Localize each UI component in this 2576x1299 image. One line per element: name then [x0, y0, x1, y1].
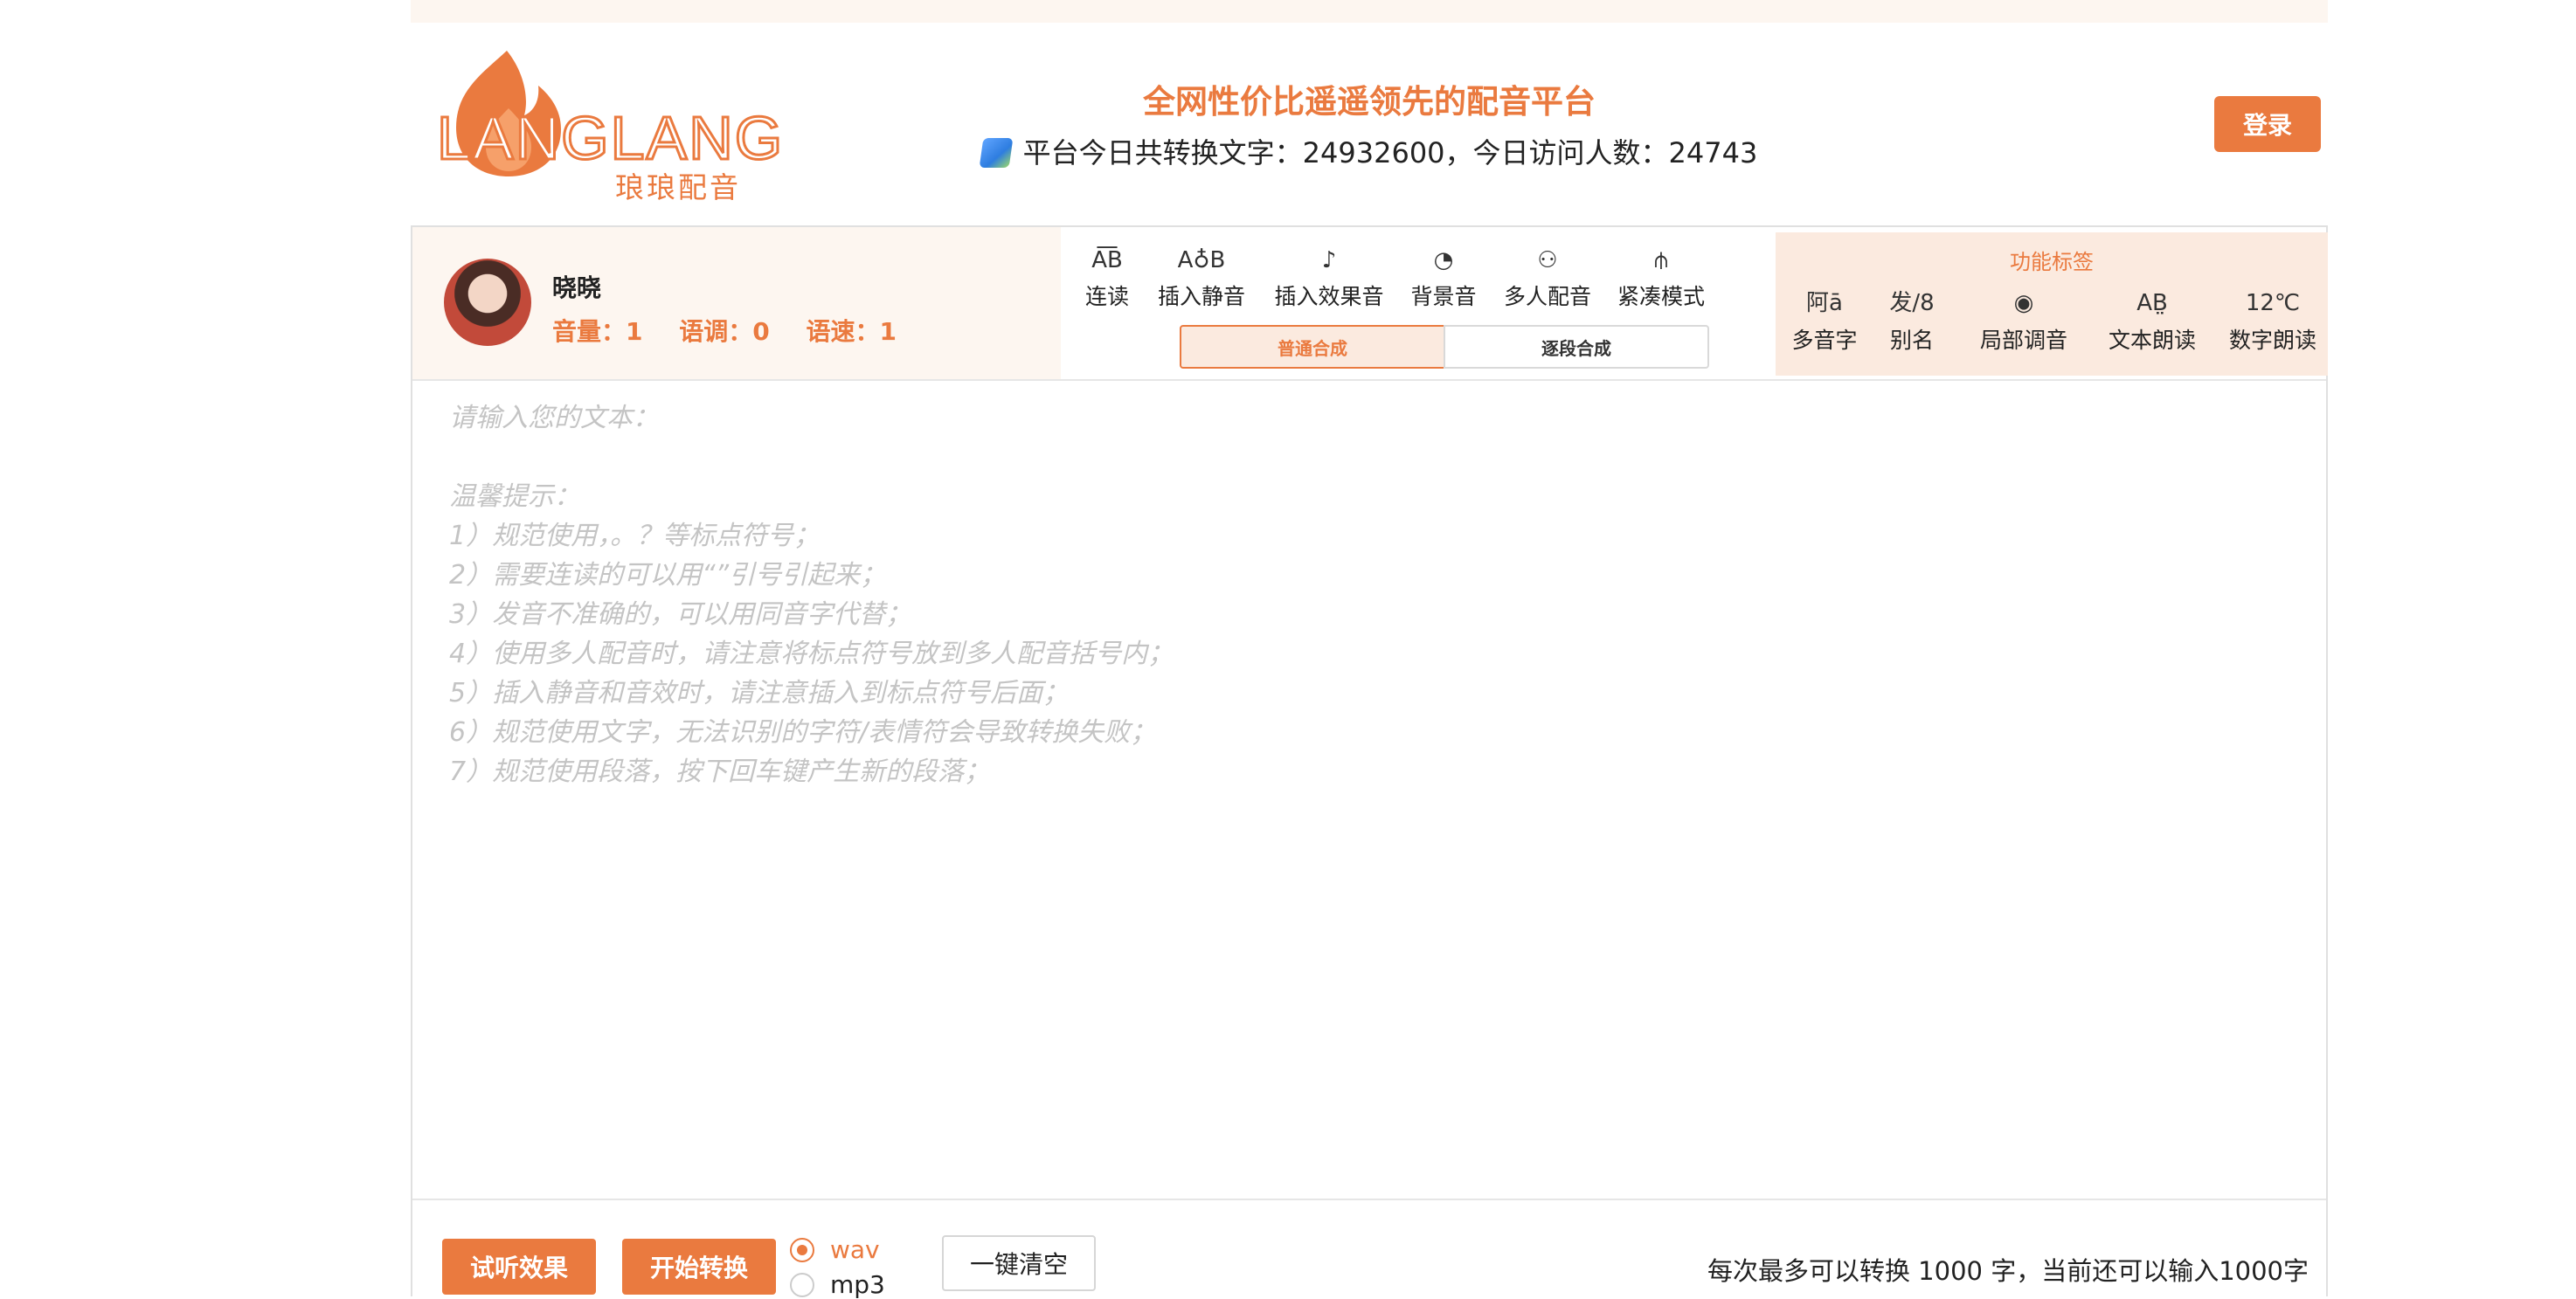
feature-label: 别名: [1889, 328, 1934, 353]
liaison-icon: A͞B: [1091, 247, 1123, 273]
text-editor: [412, 381, 2326, 1200]
login-button[interactable]: 登录: [2214, 96, 2321, 152]
avatar[interactable]: [444, 259, 531, 346]
feature-label: 多音字: [1791, 328, 1858, 353]
logo[interactable]: LANGLANG 琅琅配音: [421, 47, 788, 204]
tool-buttons: A͞B 连读 A♁B 插入静音 ♪ 插入效果音 ◔ 背景音 ⚇ 多人配音 ⫛ 紧…: [1077, 243, 1706, 321]
voice-name: 晓晓: [552, 273, 602, 302]
feature-polyphone[interactable]: 阿ā 多音字: [1788, 285, 1861, 355]
feature-tags-title: 功能标签: [2010, 250, 2094, 274]
format-label-mp3: mp3: [830, 1270, 885, 1299]
users-icon: ⚇: [1537, 247, 1558, 273]
feature-local-tuning[interactable]: ◉ 局部调音: [1975, 285, 2073, 355]
action-bar: 试听效果 开始转换 wav mp3 一键清空 每次最多可以转换 1000 字，当…: [412, 1202, 2326, 1299]
char-limit-text: 每次最多可以转换 1000 字，当前还可以输入1000字: [1707, 1256, 2309, 1286]
tool-label: 紧凑模式: [1617, 284, 1705, 309]
tool-compact-mode[interactable]: ⫛ 紧凑模式: [1613, 243, 1709, 311]
convert-button[interactable]: 开始转换: [622, 1239, 776, 1295]
polyphone-icon: 阿ā: [1806, 290, 1843, 316]
tool-label: 插入效果音: [1274, 284, 1384, 309]
clear-button[interactable]: 一键清空: [942, 1235, 1096, 1291]
feature-label: 数字朗读: [2228, 328, 2316, 353]
preview-button[interactable]: 试听效果: [442, 1239, 596, 1295]
top-banner-strip: [411, 0, 2328, 23]
tool-insert-silence[interactable]: A♁B 插入静音: [1153, 243, 1250, 311]
stats-icon: [979, 138, 1014, 168]
compact-icon: ⫛: [1654, 247, 1668, 273]
tool-label: 连读: [1084, 284, 1129, 309]
slogan: 全网性价比遥遥领先的配音平台: [1143, 83, 1596, 121]
gauge-icon: ◉: [2013, 290, 2034, 316]
synthesis-mode-tabs: 普通合成 逐段合成: [1180, 325, 1709, 369]
number-icon: 12℃: [2245, 290, 2301, 316]
voice-params: 音量：1 语调：0 语速：1: [552, 313, 924, 348]
daily-stats: 平台今日共转换文字：24932600，今日访问人数：24743: [411, 131, 2328, 171]
toolbar: 晓晓 音量：1 语调：0 语速：1 A͞B 连读 A♁B 插入静音 ♪ 插入效果…: [412, 227, 2328, 381]
feature-text-reading[interactable]: AB̤ 文本朗读: [2106, 285, 2199, 355]
tool-insert-effect[interactable]: ♪ 插入效果音: [1271, 243, 1388, 311]
feature-tags: 功能标签 阿ā 多音字 发/8 别名 ◉ 局部调音 AB̤ 文本朗读 12℃ 数…: [1776, 232, 2328, 376]
feature-number-reading[interactable]: 12℃ 数字朗读: [2226, 285, 2319, 355]
dubbing-panel: 晓晓 音量：1 语调：0 语速：1 A͞B 连读 A♁B 插入静音 ♪ 插入效果…: [411, 225, 2328, 1299]
tab-segment-synthesis[interactable]: 逐段合成: [1444, 325, 1709, 369]
radio-mp3[interactable]: [790, 1272, 814, 1297]
text-reading-icon: AB̤: [2136, 290, 2168, 316]
tool-liaison[interactable]: A͞B 连读: [1077, 243, 1138, 311]
format-label-wav: wav: [830, 1235, 880, 1264]
voice-card[interactable]: 晓晓 音量：1 语调：0 语速：1: [412, 227, 1061, 379]
disc-icon: ◔: [1433, 247, 1454, 273]
feature-label: 文本朗读: [2108, 328, 2196, 353]
voice-pitch: 语调：0: [679, 317, 770, 346]
tool-multi-voice[interactable]: ⚇ 多人配音: [1499, 243, 1596, 311]
header: LANGLANG 琅琅配音 全网性价比遥遥领先的配音平台 平台今日共转换文字：2…: [411, 35, 2328, 210]
format-option-mp3[interactable]: mp3: [790, 1270, 885, 1299]
feature-alias[interactable]: 发/8 别名: [1886, 285, 1938, 355]
voice-volume: 音量：1: [552, 317, 643, 346]
tool-label: 插入静音: [1157, 284, 1245, 309]
format-option-wav[interactable]: wav: [790, 1235, 880, 1264]
music-note-icon: ♪: [1321, 247, 1337, 273]
tool-label: 多人配音: [1503, 284, 1591, 309]
text-input[interactable]: [412, 381, 2326, 1199]
voice-speed: 语速：1: [806, 317, 897, 346]
tool-background-music[interactable]: ◔ 背景音: [1407, 243, 1480, 311]
alias-icon: 发/8: [1889, 290, 1935, 316]
silence-icon: A♁B: [1177, 247, 1226, 273]
tool-label: 背景音: [1410, 284, 1477, 309]
tab-normal-synthesis[interactable]: 普通合成: [1180, 325, 1445, 369]
daily-stats-text: 平台今日共转换文字：24932600，今日访问人数：24743: [1022, 136, 1758, 169]
feature-label: 局部调音: [1979, 328, 2067, 353]
radio-wav[interactable]: [790, 1237, 814, 1262]
